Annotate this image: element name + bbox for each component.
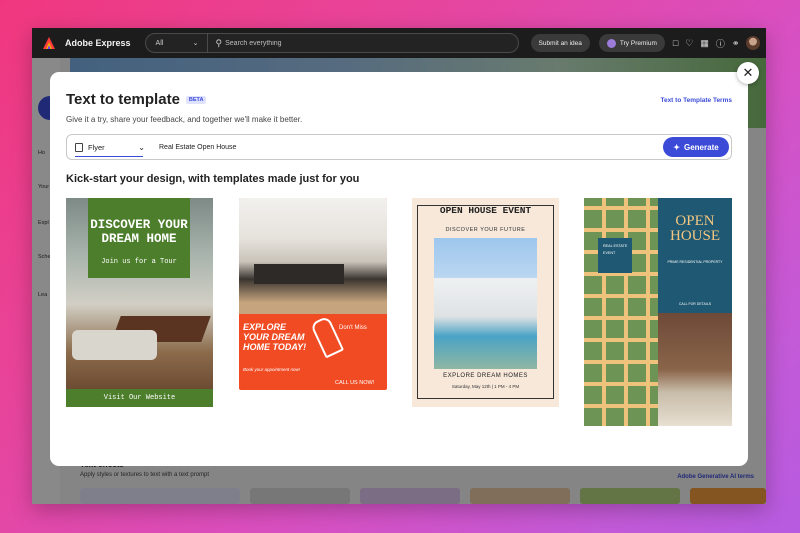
- template-subline: PRIME RESIDENTIAL PROPERTY: [667, 260, 723, 264]
- chevron-down-icon: ⌄: [192, 40, 199, 47]
- app-name: Adobe Express: [65, 38, 131, 48]
- bedroom-photo: [658, 313, 732, 426]
- template-cta: EXPLORE DREAM HOMES: [443, 373, 528, 379]
- bell-icon[interactable]: ♡: [685, 38, 693, 49]
- template-card-1[interactable]: DISCOVER YOUR DREAM HOME Join us for a T…: [66, 198, 213, 407]
- template-subline: Join us for a Tour: [101, 258, 177, 266]
- try-premium-button[interactable]: Try Premium: [598, 34, 665, 52]
- close-icon: ✕: [742, 65, 754, 80]
- template-card-4[interactable]: REAL ESTATE EVENT OPEN HOUSE PRIME RESID…: [584, 198, 732, 426]
- sofa-shape: [72, 330, 157, 360]
- top-icons: □ ♡ ▦ ⓘ ⚭: [673, 36, 761, 50]
- key-icon: [309, 315, 345, 359]
- generate-button[interactable]: ✦ Generate: [663, 137, 729, 157]
- dialog-title-text: Text to template: [66, 91, 180, 108]
- apps-grid-icon[interactable]: ▦: [700, 38, 709, 49]
- close-button[interactable]: ✕: [737, 62, 759, 84]
- search-input[interactable]: [222, 39, 518, 47]
- text-to-template-terms-link[interactable]: Text to Template Terms: [660, 97, 732, 104]
- top-bar: Adobe Express All ⌄ ⚲ Submit an idea Try…: [32, 28, 766, 58]
- template-headline: OPEN HOUSE EVENT: [439, 205, 532, 216]
- search-icon: ⚲: [215, 37, 223, 48]
- template-footer: CALL FOR DETAILS: [678, 302, 712, 306]
- kitchen-photo: [239, 198, 387, 314]
- template-headline: DISCOVER YOUR DREAM HOME: [90, 218, 188, 246]
- template-subline: DISCOVER YOUR FUTURE: [445, 227, 526, 233]
- help-icon[interactable]: ⓘ: [716, 37, 725, 50]
- prompt-input[interactable]: [159, 143, 663, 151]
- beta-badge: BETA: [185, 95, 207, 104]
- dialog-subtitle: Give it a try, share your feedback, and …: [66, 115, 303, 124]
- creative-cloud-icon[interactable]: ⚭: [732, 38, 740, 49]
- template-card-3[interactable]: OPEN HOUSE EVENT DISCOVER YOUR FUTURE EX…: [412, 198, 559, 407]
- template-footer: Visit Our Website: [66, 389, 213, 407]
- adobe-express-logo-icon[interactable]: [42, 36, 56, 50]
- template-type-value: Flyer: [88, 142, 105, 152]
- kitchen-island-shape: [254, 264, 344, 284]
- chat-icon[interactable]: □: [673, 38, 678, 48]
- template-card-2[interactable]: EXPLORE YOUR DREAM HOME TODAY! Don't Mis…: [239, 198, 387, 390]
- generate-label: Generate: [684, 142, 719, 152]
- template-date: Saturday, May 12th | 1 PM - 4 PM: [451, 384, 520, 389]
- prompt-bar: Flyer ⌄ ✦ Generate: [66, 134, 732, 160]
- chevron-down-icon: ⌄: [138, 142, 145, 152]
- template-type-select[interactable]: Flyer ⌄: [67, 135, 151, 159]
- template-subline: Book your appointment now!: [243, 367, 301, 372]
- global-search[interactable]: All ⌄ ⚲: [144, 33, 519, 53]
- modern-house-photo: [434, 238, 537, 369]
- template-footer: CALL US NOW!: [335, 380, 375, 386]
- templates-heading: Kick-start your design, with templates m…: [66, 173, 360, 185]
- template-tag: Don't Miss: [339, 325, 367, 331]
- search-scope-value: All: [155, 39, 164, 47]
- crown-icon: [606, 38, 616, 48]
- text-to-template-dialog: Text to template BETA Text to Template T…: [50, 72, 748, 466]
- search-scope-select[interactable]: All ⌄: [146, 34, 208, 52]
- pattern-panel: [584, 198, 658, 426]
- dialog-title: Text to template BETA: [66, 91, 207, 108]
- template-headline: EXPLORE YOUR DREAM HOME TODAY!: [243, 322, 307, 352]
- sparkle-icon: ✦: [673, 142, 680, 152]
- try-premium-label: Try Premium: [619, 39, 657, 47]
- template-headline: OPEN HOUSE: [669, 213, 720, 244]
- submit-idea-button[interactable]: Submit an idea: [530, 34, 590, 52]
- template-label: REAL ESTATE EVENT: [603, 244, 628, 255]
- flyer-icon: [75, 142, 83, 152]
- avatar[interactable]: [746, 36, 761, 50]
